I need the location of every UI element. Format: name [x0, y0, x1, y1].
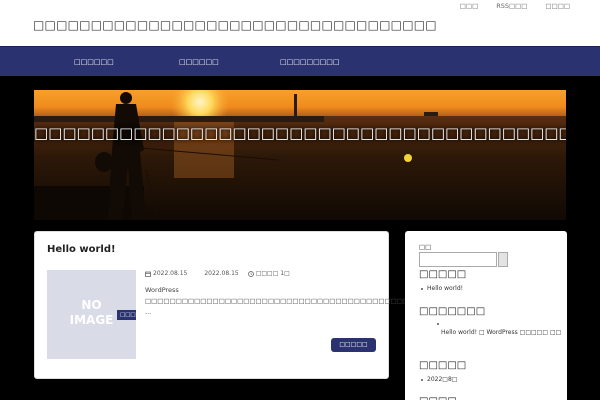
- recent-comment-item[interactable]: Hello world! □ WordPress □□□□□ □□: [441, 329, 561, 336]
- nav-item[interactable]: □□□□□□: [74, 58, 114, 66]
- post-meta: 2022.08.15 2022.08.15 □□□□ 1□: [145, 270, 290, 277]
- post-thumbnail[interactable]: NO IMAGE □□□: [47, 270, 136, 359]
- post-excerpt-text: WordPress □□□□□□□□□□□□□□□□□□□□□□□□□□□□□□…: [145, 286, 440, 305]
- nav-item[interactable]: □□□□□□: [179, 58, 219, 66]
- next-widget-heading: □□□□: [419, 396, 457, 400]
- post-card: Hello world! NO IMAGE □□□ 2022.08.15 202…: [34, 231, 440, 379]
- search-button[interactable]: [498, 252, 508, 267]
- category-badge[interactable]: □□□: [117, 310, 136, 320]
- util-nav-item[interactable]: RSS□□□: [496, 2, 527, 10]
- utility-nav: □□□ RSS□□□ □□□□: [460, 2, 570, 10]
- recent-posts-heading: □□□□□: [419, 269, 467, 280]
- site-title[interactable]: □□□□□□□□□□□□□□□□□□□□□□□□□□□□□□□□□□□: [33, 18, 437, 32]
- calendar-icon: [145, 271, 151, 277]
- post-excerpt-ellipsis: ...: [145, 308, 152, 316]
- updated-date: 2022.08.15: [196, 270, 238, 277]
- bullet-icon: [437, 323, 439, 325]
- archive-link[interactable]: 2022□8□: [427, 376, 457, 383]
- post-title[interactable]: Hello world!: [47, 244, 116, 255]
- published-date-text: 2022.08.15: [153, 270, 188, 277]
- recent-comments-heading: □□□□□□□: [419, 306, 486, 317]
- util-nav-item[interactable]: □□□□: [545, 2, 570, 10]
- hero-catchphrase: □□□□□□□□□□□□□□□□□□□□□□□□□□□□□□□□□□□□□□□□…: [34, 124, 566, 142]
- global-nav: □□□□□□ □□□□□□ □□□□□□□□□: [0, 46, 600, 76]
- sunset-fishing-photo: [34, 90, 566, 220]
- site-header: □□□□□□□□□□□□□□□□□□□□□□□□□□□□□□□□□□□ □□□ …: [0, 0, 600, 46]
- post-excerpt: WordPress □□□□□□□□□□□□□□□□□□□□□□□□□□□□□□…: [145, 285, 440, 318]
- archives-heading: □□□□□: [419, 360, 467, 371]
- util-nav-item[interactable]: □□□: [460, 2, 478, 10]
- comment-count[interactable]: □□□□ 1□: [247, 270, 290, 277]
- updated-date-text: 2022.08.15: [204, 270, 239, 277]
- search-input[interactable]: [419, 252, 497, 267]
- nav-item[interactable]: □□□□□□□□□: [280, 58, 340, 66]
- search-label: □□: [419, 243, 432, 251]
- published-date: 2022.08.15: [145, 270, 187, 277]
- bullet-icon: [421, 379, 423, 381]
- read-more-button[interactable]: □□□□□: [331, 338, 376, 352]
- clock-icon: [247, 270, 254, 277]
- comment-count-text: □□□□ 1□: [255, 270, 290, 277]
- recent-post-link[interactable]: Hello world!: [427, 285, 463, 292]
- sidebar: □□ □□□□□ Hello world! □□□□□□□ Hello worl…: [405, 231, 567, 400]
- bullet-icon: [421, 288, 423, 290]
- hero-banner: □□□□□□□□□□□□□□□□□□□□□□□□□□□□□□□□□□□□□□□□…: [34, 90, 566, 220]
